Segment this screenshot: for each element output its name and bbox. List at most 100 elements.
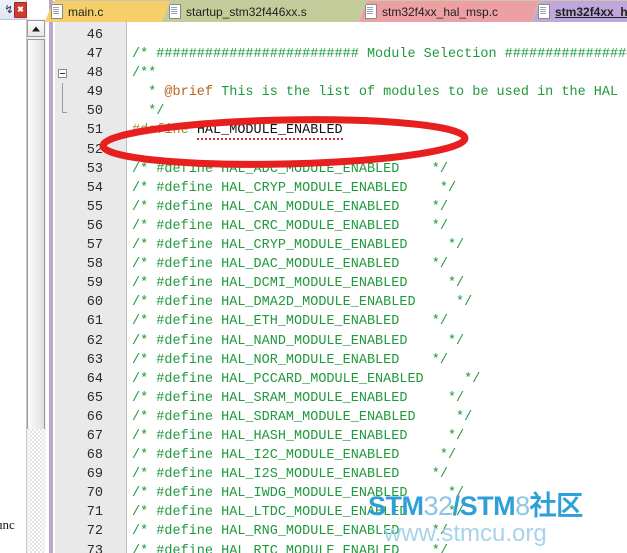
line-content: /* #define HAL_RNG_MODULE_ENABLED */ [132,522,448,541]
code-token: /* #define HAL_CRYP_MODULE_ENABLED */ [132,238,465,254]
code-token: /* #define HAL_LTDC_MODULE_ENABLED */ [132,505,465,521]
code-line[interactable]: 48/** [55,64,627,83]
code-line[interactable]: 72 /* #define HAL_RNG_MODULE_ENABLED */ [55,522,627,541]
editor-tab-label: stm32f4xx_hal_msp.c [382,4,499,19]
line-number: 73 [86,543,103,553]
line-content: /* #define HAL_RTC_MODULE_ENABLED */ [132,542,448,553]
code-token: HAL_MODULE_ENABLED [196,123,343,141]
code-line[interactable]: 47 /* ######################### Module Se… [55,45,627,64]
code-line[interactable]: 71 /* #define HAL_LTDC_MODULE_ENABLED */ [55,503,627,522]
code-line[interactable]: 56 /* #define HAL_CRC_MODULE_ENABLED */ [55,217,627,236]
close-icon[interactable]: ✖ [14,2,27,18]
line-content: /* ######################### Module Sele… [132,45,627,64]
line-content: /* #define HAL_LTDC_MODULE_ENABLED */ [132,503,464,522]
line-content: /* #define HAL_ETH_MODULE_ENABLED */ [132,312,448,331]
editor-tab-0[interactable]: main.c [45,1,170,22]
code-editor[interactable]: 46 47 /* ######################### Module … [55,22,627,553]
code-line[interactable]: 69 /* #define HAL_I2S_MODULE_ENABLED */ [55,465,627,484]
line-content: /* #define HAL_HASH_MODULE_ENABLED */ [132,427,464,446]
editor-tab-3[interactable]: stm32f4xx_hal_conf.h [532,1,627,22]
code-line[interactable]: 50 */ [55,102,627,121]
line-content: /** [132,64,156,83]
code-line[interactable]: 55 /* #define HAL_CAN_MODULE_ENABLED */ [55,198,627,217]
code-token: /* #define HAL_ADC_MODULE_ENABLED */ [132,161,448,177]
line-content: /* #define HAL_I2C_MODULE_ENABLED */ [132,446,456,465]
code-token: /* #define HAL_RNG_MODULE_ENABLED */ [132,524,448,540]
code-line[interactable]: 46 [55,26,627,45]
code-line[interactable]: 61 /* #define HAL_ETH_MODULE_ENABLED */ [55,312,627,331]
code-line[interactable]: 52 [55,141,627,160]
code-line[interactable]: 63 /* #define HAL_NOR_MODULE_ENABLED */ [55,351,627,370]
line-number: 55 [86,199,103,215]
code-line[interactable]: 49 * @brief This is the list of modules … [55,83,627,103]
line-number: 51 [86,123,103,139]
line-number: 64 [86,371,103,387]
line-number: 56 [86,218,103,234]
editor-tab-2[interactable]: stm32f4xx_hal_msp.c [359,1,539,22]
line-content: /* #define HAL_NOR_MODULE_ENABLED */ [132,351,448,370]
code-line[interactable]: 60 /* #define HAL_DMA2D_MODULE_ENABLED */ [55,293,627,312]
code-token: /* #define HAL_CRYP_MODULE_ENABLED */ [132,180,457,196]
line-content: /* #define HAL_CRYP_MODULE_ENABLED */ [132,236,464,255]
code-line[interactable]: 70 /* #define HAL_IWDG_MODULE_ENABLED */ [55,484,627,503]
code-line[interactable]: 62 /* #define HAL_NAND_MODULE_ENABLED */ [55,332,627,351]
code-line[interactable]: 64 /* #define HAL_PCCARD_MODULE_ENABLED *… [55,370,627,389]
code-token: /* #define HAL_I2C_MODULE_ENABLED */ [132,448,457,464]
code-token: /* #define HAL_CAN_MODULE_ENABLED */ [132,199,448,215]
code-token: /* #define HAL_IWDG_MODULE_ENABLED */ [132,486,465,502]
code-token: /* #define HAL_ETH_MODULE_ENABLED */ [132,314,448,330]
fold-guide-line [62,102,63,113]
line-number: 46 [86,28,103,43]
code-line[interactable]: 54 /* #define HAL_CRYP_MODULE_ENABLED */ [55,179,627,198]
scroll-up-arrow-button[interactable] [27,20,45,37]
code-token: /* #define HAL_SRAM_MODULE_ENABLED */ [132,390,465,406]
line-content: */ [132,102,164,121]
document-icon [538,4,550,19]
line-number: 70 [86,486,103,502]
line-number: 67 [86,428,103,444]
line-number: 61 [86,314,103,330]
code-token: /* #define HAL_SDRAM_MODULE_ENABLED */ [132,409,473,425]
code-token: /* #define HAL_DCMI_MODULE_ENABLED */ [132,276,465,292]
code-line[interactable]: 66 /* #define HAL_SDRAM_MODULE_ENABLED */ [55,408,627,427]
line-number: 57 [86,238,103,254]
docked-panel-strip: ↯ ✖ unc [0,0,27,553]
code-line[interactable]: 51 #define HAL_MODULE_ENABLED [55,121,627,141]
code-token: /* #define HAL_RTC_MODULE_ENABLED */ [132,543,448,553]
fold-guide-line [62,83,63,103]
code-token: /* #define HAL_DAC_MODULE_ENABLED */ [132,257,448,273]
code-line[interactable]: 59 /* #define HAL_DCMI_MODULE_ENABLED */ [55,274,627,293]
line-number: 54 [86,180,103,196]
editor-tab-1[interactable]: startup_stm32f446xx.s [163,1,366,22]
line-number: 68 [86,448,103,464]
code-line[interactable]: 53 /* #define HAL_ADC_MODULE_ENABLED */ [55,160,627,179]
document-icon [51,4,63,19]
resize-hatch-area [26,429,45,553]
panel-body [0,430,26,553]
line-content: /* #define HAL_DAC_MODULE_ENABLED */ [132,255,448,274]
editor-tab-label: stm32f4xx_hal_conf.h [555,4,627,19]
line-content: /* #define HAL_DCMI_MODULE_ENABLED */ [132,274,464,293]
line-number: 59 [86,276,103,292]
line-number: 72 [86,524,103,540]
line-content: /* #define HAL_SDRAM_MODULE_ENABLED */ [132,408,472,427]
code-line[interactable]: 73 /* #define HAL_RTC_MODULE_ENABLED */ [55,542,627,553]
line-number: 58 [86,257,103,273]
editor-tab-label: main.c [68,4,104,19]
code-line[interactable]: 65 /* #define HAL_SRAM_MODULE_ENABLED */ [55,389,627,408]
line-number: 53 [86,161,103,177]
code-token: /* #define HAL_CRC_MODULE_ENABLED */ [132,218,448,234]
code-line[interactable]: 67 /* #define HAL_HASH_MODULE_ENABLED */ [55,427,627,446]
document-icon [365,4,377,19]
code-line[interactable]: 58 /* #define HAL_DAC_MODULE_ENABLED */ [55,255,627,274]
code-line[interactable]: 68 /* #define HAL_I2C_MODULE_ENABLED */ [55,446,627,465]
code-token: /* #define HAL_NOR_MODULE_ENABLED */ [132,352,448,368]
code-token: #define [132,123,189,139]
code-line[interactable]: 57 /* #define HAL_CRYP_MODULE_ENABLED */ [55,236,627,255]
line-content: /* #define HAL_ADC_MODULE_ENABLED */ [132,160,448,179]
code-token: /* #define HAL_I2S_MODULE_ENABLED */ [132,467,448,483]
fold-collapse-icon[interactable] [58,69,67,79]
line-number: 63 [86,352,103,368]
code-token: /* ######################### Module Sele… [132,47,627,63]
code-token: /** [132,66,157,82]
